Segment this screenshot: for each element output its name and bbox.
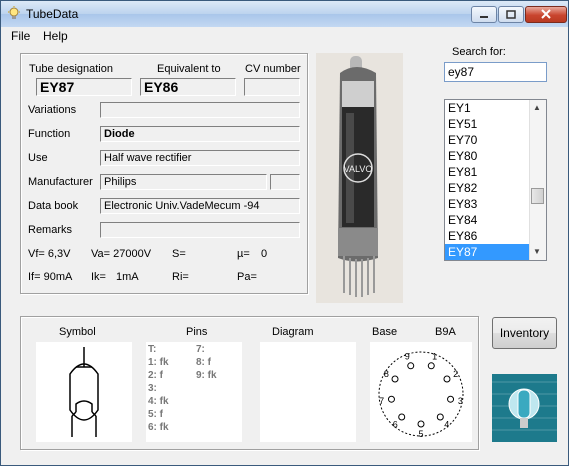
pins-label: Pins <box>186 326 208 338</box>
tube-brand-text: VALVO <box>344 164 373 174</box>
inventory-button[interactable]: Inventory <box>492 317 557 349</box>
base-pin-hole <box>417 420 425 428</box>
manufacturer-extra-field[interactable] <box>270 174 300 190</box>
pin-entry: 4: fk <box>148 396 169 407</box>
spec-if: If= 90mA <box>28 271 73 283</box>
menu-help[interactable]: Help <box>43 29 68 43</box>
maximize-button[interactable] <box>498 6 524 23</box>
pin-entry: 8: f <box>196 357 211 368</box>
manufacturer-label: Manufacturer <box>28 176 93 188</box>
menu-bar: File Help <box>1 27 568 45</box>
base-pin-number: 8 <box>384 369 389 379</box>
pin-entry: T: <box>148 344 157 355</box>
remarks-label: Remarks <box>28 224 73 236</box>
tubedata-window: TubeData File Help Tube designation Equi… <box>0 0 569 466</box>
function-label: Function <box>28 128 71 140</box>
variations-field[interactable] <box>100 102 300 118</box>
base-pin-hole <box>387 395 395 403</box>
base-pin-number: 4 <box>444 420 449 430</box>
base-pin-number: 9 <box>405 351 410 361</box>
pin-entry: 9: fk <box>196 370 217 381</box>
pins-box: T: 1: fk 2: f 3: 4: fk 5: f 6: fk 7: 8: f 9: fk <box>146 342 242 442</box>
scroll-down-arrow-icon[interactable]: ▼ <box>533 247 541 256</box>
function-field[interactable]: Diode <box>100 126 300 142</box>
close-button[interactable] <box>525 6 567 23</box>
search-input[interactable]: ey87 <box>444 62 547 82</box>
designation-field[interactable]: EY87 <box>36 78 132 96</box>
base-pin-hole <box>407 362 415 370</box>
manufacturer-field[interactable]: Philips <box>100 174 267 190</box>
base-pin-hole <box>447 395 455 403</box>
spec-mu: µ= <box>237 248 250 260</box>
pin-entry: 5: f <box>148 409 163 420</box>
b9a-base-diagram: 1 2 3 4 5 6 7 8 9 <box>378 351 464 439</box>
base-pin-number: 2 <box>453 369 458 379</box>
title-bar[interactable]: TubeData <box>1 1 568 27</box>
pin-entry: 7: <box>196 344 205 355</box>
minimize-icon <box>480 16 488 18</box>
diode-tube-symbol <box>69 347 99 437</box>
base-pin-number: 5 <box>418 429 423 439</box>
list-scrollbar[interactable]: ▲ ▼ <box>529 100 546 260</box>
search-label: Search for: <box>452 46 506 58</box>
spec-s: S= <box>172 248 186 260</box>
equivalent-field[interactable]: EY86 <box>140 78 236 96</box>
pin-entry: 6: fk <box>148 422 169 433</box>
window-title: TubeData <box>26 7 79 21</box>
pin-entry: 3: <box>148 383 157 394</box>
tube-logo-icon <box>492 374 557 442</box>
tube-photo: VALVO <box>316 53 403 303</box>
base-pin-hole <box>436 413 444 421</box>
pins-column-2: 7: 8: f 9: fk <box>196 343 217 382</box>
base-pin-number: 6 <box>393 420 398 430</box>
base-pin-number: 3 <box>458 396 463 406</box>
databook-field[interactable]: Electronic Univ.VadeMecum -94 <box>100 198 300 214</box>
remarks-field[interactable] <box>100 222 300 238</box>
base-type-label: B9A <box>435 326 456 338</box>
spec-va: Va= 27000V <box>91 248 152 260</box>
databook-label: Data book <box>28 200 79 212</box>
diagram-label: Diagram <box>272 326 314 338</box>
base-pin-number: 7 <box>379 396 384 406</box>
pin-entry: 2: f <box>148 370 163 381</box>
scroll-thumb[interactable] <box>531 188 544 204</box>
base-pin-hole <box>427 362 435 370</box>
base-label: Base <box>372 326 398 338</box>
base-pin-hole <box>398 413 406 421</box>
cv-field[interactable] <box>244 78 300 96</box>
equivalent-label: Equivalent to <box>157 63 221 75</box>
spec-ik: Ik= <box>91 271 106 283</box>
symbol-label: Symbol <box>59 326 96 338</box>
base-pin-hole <box>443 375 451 383</box>
minimize-button[interactable] <box>471 6 497 23</box>
spec-ri: Ri= <box>172 271 189 283</box>
menu-file[interactable]: File <box>11 29 30 43</box>
tube-listbox[interactable]: EY1 EY51 EY70 EY80 EY81 EY82 EY83 EY84 EY86 EY87 … <box>444 99 547 261</box>
maximize-icon <box>506 10 516 19</box>
variations-label: Variations <box>28 104 77 116</box>
cv-label: CV number <box>245 63 301 75</box>
base-box: 1 2 3 4 5 6 7 8 9 <box>370 342 472 442</box>
spec-mu-value: 0 <box>261 248 268 260</box>
spec-ik-value: 1mA <box>116 271 139 283</box>
diagram-box <box>260 342 356 442</box>
pins-column-1: T: 1: fk 2: f 3: 4: fk 5: f 6: fk <box>148 343 169 434</box>
lightbulb-icon <box>8 6 20 19</box>
use-field[interactable]: Half wave rectifier <box>100 150 300 166</box>
pin-entry: 1: fk <box>148 357 169 368</box>
close-icon <box>541 9 551 19</box>
symbol-box <box>36 342 132 442</box>
spec-vf: Vf= 6,3V <box>28 248 71 260</box>
scroll-up-arrow-icon[interactable]: ▲ <box>533 103 541 112</box>
spec-pa: Pa= <box>237 271 257 283</box>
base-pin-hole <box>391 375 399 383</box>
use-label: Use <box>28 152 48 164</box>
base-pin-number: 1 <box>432 351 437 361</box>
designation-label: Tube designation <box>29 63 113 75</box>
